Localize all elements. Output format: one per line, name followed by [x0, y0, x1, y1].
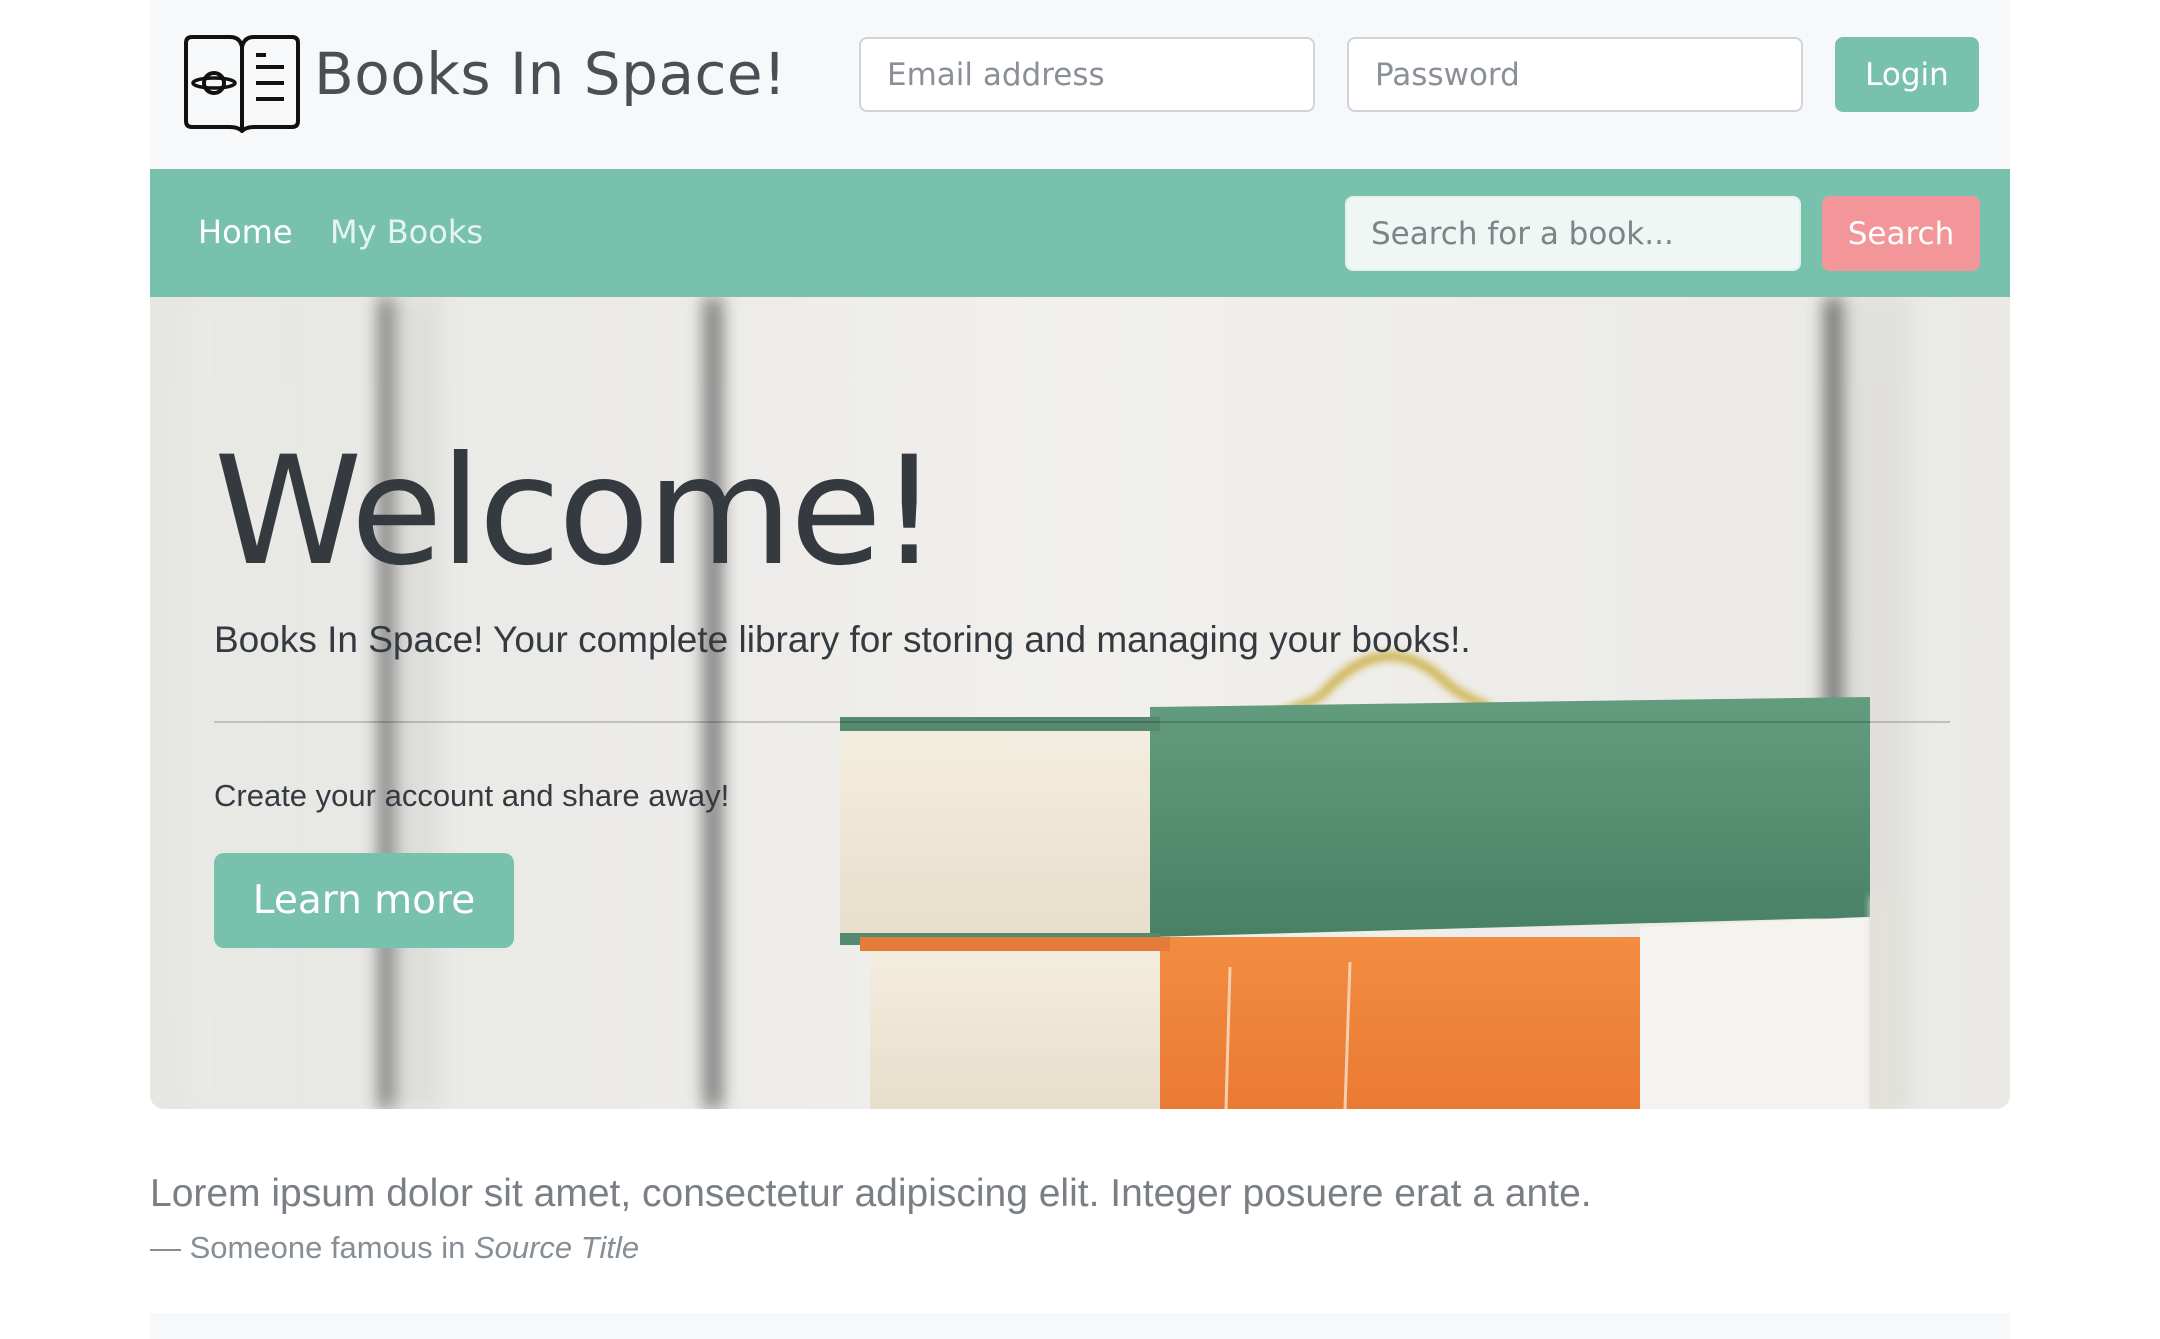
- brand-title[interactable]: Books In Space!: [314, 40, 787, 108]
- login-button[interactable]: Login: [1835, 37, 1979, 112]
- password-input[interactable]: [1347, 37, 1803, 112]
- hero-title: Welcome!: [214, 425, 939, 599]
- search-button[interactable]: Search: [1822, 196, 1980, 271]
- open-book-planet-icon[interactable]: [180, 33, 304, 133]
- learn-more-button[interactable]: Learn more: [214, 853, 514, 948]
- footer-strip: [150, 1313, 2010, 1339]
- hero-jumbotron: Welcome! Books In Space! Your complete l…: [150, 297, 2010, 1109]
- quote-attribution-prefix: — Someone famous in: [150, 1230, 474, 1265]
- book-search-input[interactable]: [1345, 196, 1801, 271]
- hero-books-image: [150, 297, 2010, 1109]
- blockquote: Lorem ipsum dolor sit amet, consectetur …: [150, 1172, 1592, 1266]
- quote-attribution: — Someone famous in Source Title: [150, 1230, 1592, 1266]
- hero-lead-text: Books In Space! Your complete library fo…: [214, 619, 1471, 660]
- nav-item-my-books[interactable]: My Books: [330, 213, 483, 251]
- top-header: Books In Space! Login: [150, 0, 2010, 169]
- quote-text: Lorem ipsum dolor sit amet, consectetur …: [150, 1172, 1592, 1215]
- nav-item-home[interactable]: Home: [198, 213, 293, 251]
- email-input[interactable]: [859, 37, 1315, 112]
- navbar: Home My Books Search: [150, 169, 2010, 297]
- hero-subtext: Create your account and share away!: [214, 778, 730, 813]
- quote-source-title: Source Title: [473, 1230, 640, 1265]
- hero-divider: [214, 721, 1950, 723]
